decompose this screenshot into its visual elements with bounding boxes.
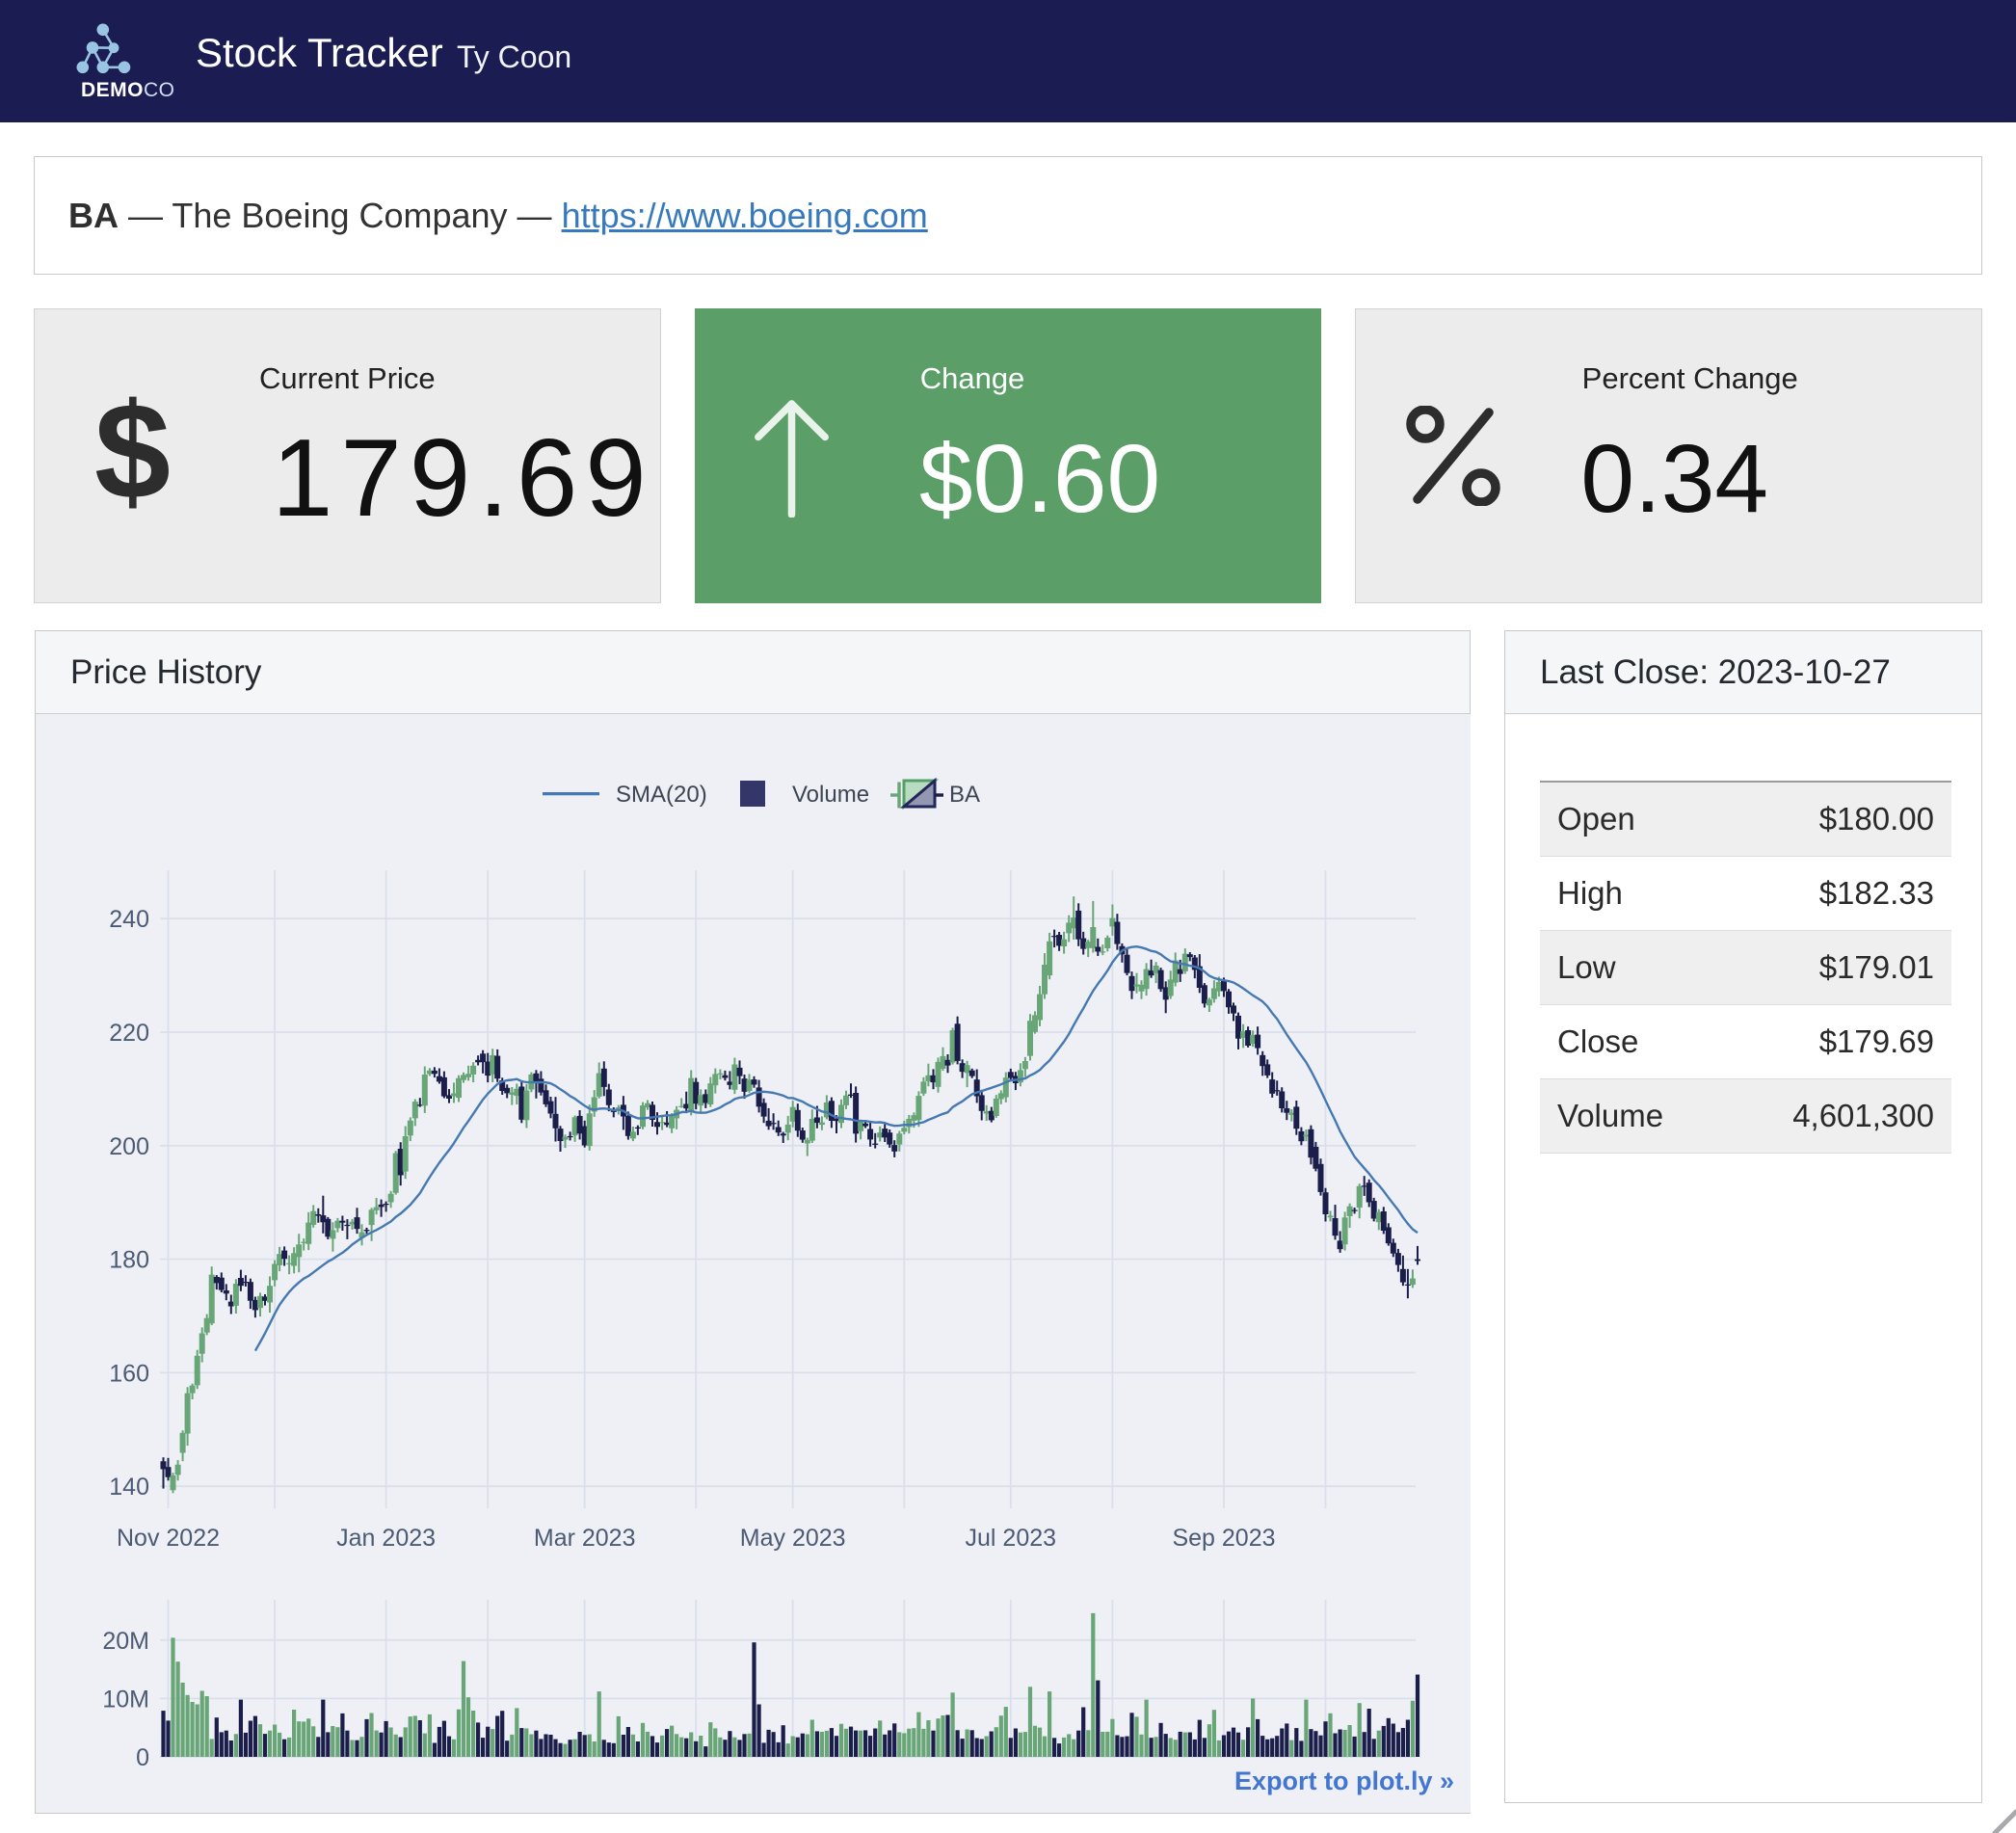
svg-text:220: 220 xyxy=(109,1020,149,1047)
svg-text:Jul 2023: Jul 2023 xyxy=(966,1525,1057,1552)
svg-text:SMA(20): SMA(20) xyxy=(616,782,707,808)
svg-text:160: 160 xyxy=(109,1360,149,1387)
svg-text:140: 140 xyxy=(109,1474,149,1501)
svg-text:May 2023: May 2023 xyxy=(740,1525,846,1552)
svg-text:BA: BA xyxy=(949,782,980,808)
svg-text:Jan 2023: Jan 2023 xyxy=(336,1525,436,1552)
svg-text:Sep 2023: Sep 2023 xyxy=(1172,1525,1275,1552)
svg-text:20M: 20M xyxy=(102,1628,149,1655)
svg-text:180: 180 xyxy=(109,1247,149,1274)
svg-text:240: 240 xyxy=(109,906,149,933)
svg-text:Volume: Volume xyxy=(792,782,869,808)
svg-text:200: 200 xyxy=(109,1133,149,1160)
svg-text:Nov 2022: Nov 2022 xyxy=(117,1525,220,1552)
svg-text:Mar 2023: Mar 2023 xyxy=(534,1525,636,1552)
svg-text:10M: 10M xyxy=(102,1686,149,1713)
svg-text:0: 0 xyxy=(136,1744,149,1771)
